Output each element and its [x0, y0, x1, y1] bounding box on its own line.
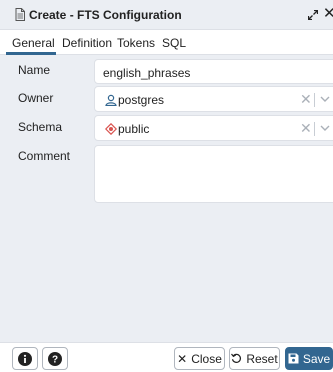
save-button-label: Save: [302, 351, 331, 366]
schema-value: public: [118, 122, 150, 136]
help-button[interactable]: ?: [42, 347, 68, 370]
dialog-titlebar[interactable]: Create - FTS Configuration ✕: [0, 0, 333, 30]
schema-icon: [105, 123, 117, 135]
name-value: english_phrases: [103, 66, 191, 80]
reset-button-label: Reset: [246, 351, 278, 366]
dialog-footer: ? ✕ Close Reset Save: [0, 342, 333, 372]
tab-sql[interactable]: SQL: [162, 36, 186, 50]
close-button-label: Close: [191, 351, 222, 366]
close-icon[interactable]: ✕: [323, 6, 333, 21]
tab-general[interactable]: General: [12, 36, 55, 50]
expand-icon[interactable]: [308, 10, 318, 20]
clear-schema-icon[interactable]: ✕: [300, 120, 312, 137]
dialog-title: Create - FTS Configuration: [29, 8, 182, 22]
owner-separator: [314, 93, 315, 107]
document-icon: [15, 8, 25, 21]
owner-label: Owner: [18, 91, 54, 105]
clear-owner-icon[interactable]: ✕: [300, 91, 312, 108]
save-button[interactable]: Save: [285, 347, 333, 370]
name-label: Name: [18, 63, 51, 77]
chevron-down-icon[interactable]: [320, 125, 330, 132]
close-icon: ✕: [177, 351, 188, 366]
comment-label: Comment: [18, 149, 71, 163]
info-icon: [18, 351, 32, 366]
schema-separator: [314, 122, 315, 136]
svg-text:?: ?: [52, 354, 58, 365]
user-icon: [105, 94, 117, 106]
owner-select[interactable]: postgres ✕: [94, 86, 333, 112]
schema-label: Schema: [18, 120, 63, 134]
help-icon: ?: [48, 351, 62, 366]
tab-tokens[interactable]: Tokens: [117, 36, 155, 50]
tab-bar: General Definition Tokens SQL: [0, 30, 333, 55]
save-icon: [288, 353, 299, 364]
name-input[interactable]: english_phrases: [94, 59, 333, 84]
reset-button[interactable]: Reset: [229, 347, 280, 370]
owner-value: postgres: [118, 93, 165, 107]
tab-definition[interactable]: Definition: [62, 36, 112, 50]
chevron-down-icon[interactable]: [320, 96, 330, 103]
info-button[interactable]: [12, 347, 38, 370]
comment-textarea[interactable]: [94, 145, 333, 203]
schema-select[interactable]: public ✕: [94, 115, 333, 141]
form-panel: Name english_phrases Owner postgres ✕ Sc…: [0, 55, 333, 342]
close-button[interactable]: ✕ Close: [174, 347, 225, 370]
reset-icon: [231, 353, 242, 364]
create-fts-configuration-dialog: Create - FTS Configuration ✕ General Def…: [0, 0, 333, 372]
